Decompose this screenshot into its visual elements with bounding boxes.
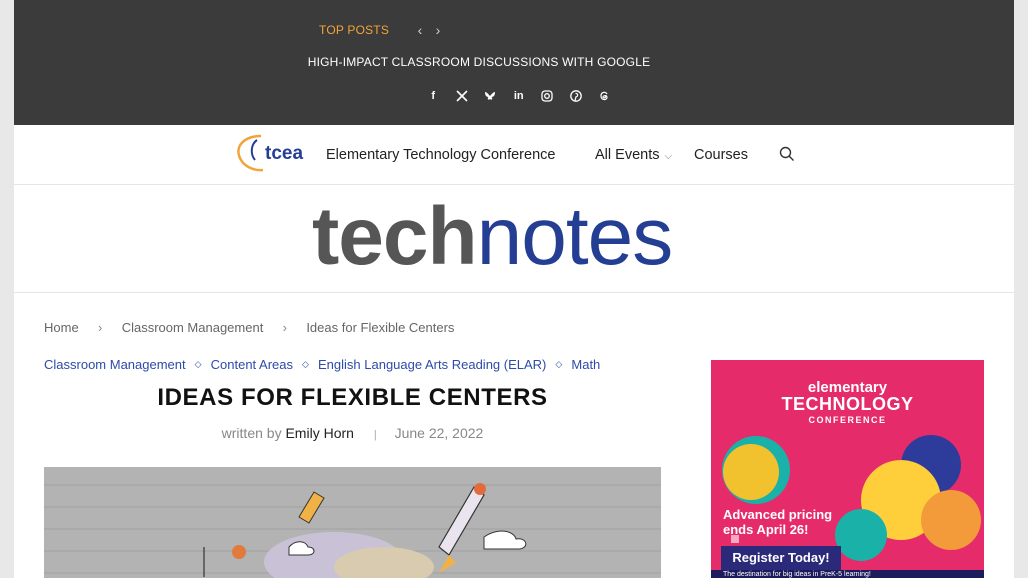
chevron-right-icon: › — [98, 320, 103, 335]
threads-icon[interactable] — [590, 88, 619, 104]
ad-footer: The destination for big ideas in PreK-5 … — [711, 570, 984, 578]
linkedin-icon[interactable]: in — [505, 88, 534, 104]
chevron-right-icon: › — [282, 320, 287, 335]
top-bar: TOP POSTS ‹ › HIGH-IMPACT CLASSROOM DISC… — [14, 0, 1014, 125]
social-links: f in — [419, 88, 619, 104]
byline-separator: | — [373, 429, 377, 441]
category-list: Classroom Management ◇ Content Areas ◇ E… — [44, 357, 600, 372]
post-date: June 22, 2022 — [394, 425, 484, 441]
breadcrumb: Home › Classroom Management › Ideas for … — [44, 320, 454, 335]
register-button[interactable]: Register Today! — [721, 546, 841, 570]
site-brand: technotes — [14, 185, 1014, 293]
x-icon[interactable] — [448, 88, 477, 104]
category-link[interactable]: English Language Arts Reading (ELAR) — [318, 357, 546, 372]
chevron-left-icon[interactable]: ‹ — [413, 22, 427, 38]
ad-line-3: CONFERENCE — [808, 415, 887, 425]
top-posts-label: TOP POSTS — [319, 23, 390, 37]
author-link[interactable]: Emily Horn — [285, 425, 353, 441]
top-post-headline[interactable]: HIGH-IMPACT CLASSROOM DISCUSSIONS WITH G… — [14, 55, 944, 69]
byline: written by Emily Horn | June 22, 2022 — [44, 425, 661, 441]
logo-text: tcea — [265, 143, 303, 164]
diamond-icon: ◇ — [194, 359, 202, 369]
main-nav: tcea Elementary Technology Conference Al… — [14, 125, 1014, 185]
chevron-right-icon[interactable]: › — [431, 22, 445, 38]
instagram-icon[interactable] — [533, 88, 562, 104]
article-title: IDEAS FOR FLEXIBLE CENTERS — [157, 384, 548, 411]
brand-part-notes: notes — [476, 191, 674, 282]
breadcrumb-home[interactable]: Home — [44, 320, 79, 335]
category-link[interactable]: Content Areas — [211, 357, 293, 372]
ad-pricing: Advanced pricing ends April 26! — [723, 507, 833, 537]
page: TOP POSTS ‹ › HIGH-IMPACT CLASSROOM DISC… — [14, 0, 1014, 578]
hero-image — [44, 467, 661, 578]
bluesky-icon[interactable] — [476, 88, 505, 104]
category-link[interactable]: Math — [571, 357, 600, 372]
nav-item-courses[interactable]: Courses — [694, 147, 748, 163]
brand-part-tech: tech — [312, 191, 478, 282]
pinterest-icon[interactable] — [562, 88, 591, 104]
breadcrumb-classroom-management[interactable]: Classroom Management — [122, 320, 264, 335]
search-icon[interactable] — [779, 146, 795, 162]
written-by-label: written by — [221, 425, 282, 441]
nav-item-elementary-technology-conference[interactable]: Elementary Technology Conference — [326, 147, 555, 163]
ad-line-2: TECHNOLOGY — [781, 394, 914, 414]
nav-item-label: All Events — [595, 147, 660, 163]
tcea-logo[interactable]: tcea — [231, 130, 313, 172]
breadcrumb-current: Ideas for Flexible Centers — [306, 320, 455, 335]
diamond-icon: ◇ — [555, 359, 563, 369]
facebook-icon[interactable]: f — [419, 88, 448, 104]
conference-ad[interactable]: elementary TECHNOLOGY CONFERENCE Advance… — [711, 360, 984, 578]
nav-item-all-events[interactable]: All Events ⌵ — [595, 147, 672, 163]
category-link[interactable]: Classroom Management — [44, 357, 186, 372]
technotes-logo[interactable]: technotes — [312, 187, 674, 287]
diamond-icon: ◇ — [302, 359, 309, 369]
chevron-down-icon: ⌵ — [664, 151, 673, 162]
